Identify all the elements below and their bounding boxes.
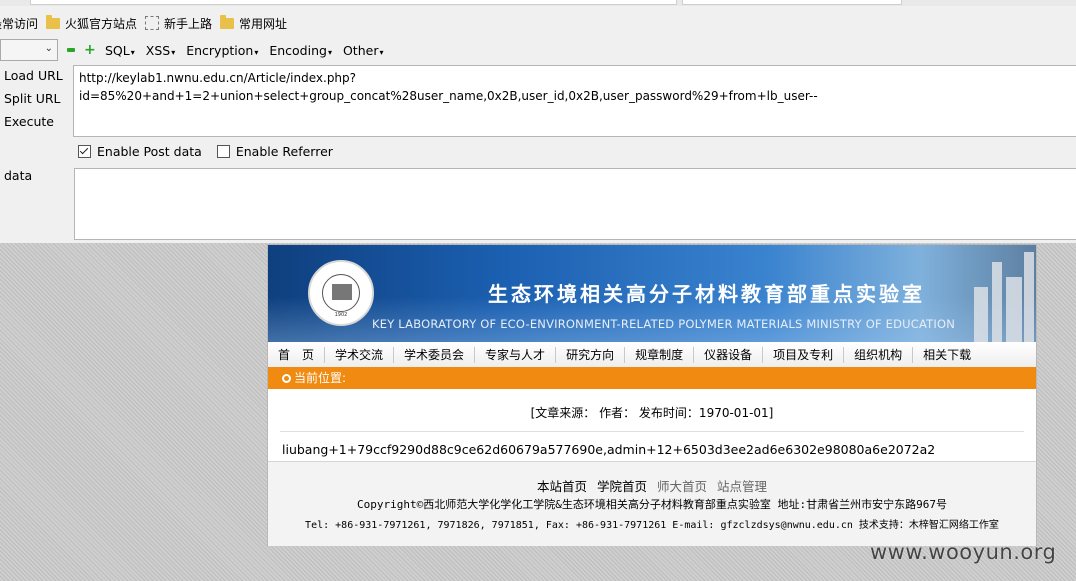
page-icon (145, 16, 160, 30)
menu-label: Encoding (269, 42, 327, 58)
university-seal-logo: 1902 (308, 260, 374, 326)
menu-encoding[interactable]: Encoding▾ (269, 43, 332, 58)
article-meta: [文章来源： 作者： 发布时间：1970-01-01] (530, 406, 774, 420)
hackbar-toolbar: ⌄ + SQL▾ XSS▾ Encryption▾ Encoding▾ Othe… (0, 37, 1076, 63)
enable-post-checkbox[interactable]: Enable Post data (78, 144, 202, 159)
nav-research[interactable]: 研究方向 (556, 347, 626, 363)
bookmark-firefox-official[interactable]: 火狐官方站点 (46, 14, 138, 32)
site-title-en: KEY LABORATORY OF ECO-ENVIRONMENT-RELATE… (372, 317, 956, 331)
chevron-down-icon: ⌄ (44, 43, 53, 54)
search-bar[interactable] (682, 0, 902, 5)
nav-instruments[interactable]: 仪器设备 (694, 347, 764, 363)
bookmark-label: 新手上路 (164, 16, 213, 31)
enable-referrer-label: Enable Referrer (235, 144, 333, 159)
url-textarea[interactable]: http://keylab1.nwnu.edu.cn/Article/index… (73, 65, 1076, 137)
menu-other[interactable]: Other▾ (343, 43, 384, 58)
footer-copyright: Copyright©西北师范大学化学化工学院&生态环境相关高分子材料教育部重点实… (357, 498, 947, 511)
menu-sql[interactable]: SQL▾ (105, 43, 135, 58)
seal-year: 1902 (334, 312, 348, 318)
browser-toolbar-strip (0, 0, 1076, 6)
nav-rules[interactable]: 规章制度 (625, 347, 695, 363)
bookmark-label: 常用网址 (239, 16, 288, 31)
nav-academic-committee[interactable]: 学术委员会 (394, 347, 476, 363)
footer-link-site-home[interactable]: 本站首页 (537, 479, 587, 494)
bookmark-getting-started[interactable]: 新手上路 (145, 15, 212, 32)
minus-icon[interactable] (67, 48, 75, 52)
post-data-label: data (4, 168, 33, 183)
caret-down-icon: ▾ (379, 47, 384, 57)
bookmark-most-visited[interactable]: 最常访问 (0, 15, 38, 32)
checkbox-unchecked[interactable] (216, 145, 230, 158)
caret-down-icon: ▾ (130, 47, 135, 57)
nav-projects[interactable]: 项目及专利 (763, 347, 845, 363)
bookmark-common-sites[interactable]: 常用网址 (220, 14, 288, 32)
post-data-textarea[interactable] (74, 168, 1076, 240)
site-banner: 1902 生态环境相关高分子材料教育部重点实验室 KEY LABORATORY … (268, 245, 1036, 342)
nav-academic-exchange[interactable]: 学术交流 (325, 347, 395, 363)
footer-links: 本站首页 学院首页 师大首页 站点管理 (268, 476, 1036, 495)
folder-icon (46, 14, 61, 29)
divider (280, 431, 1024, 432)
footer-link-admin[interactable]: 站点管理 (717, 479, 767, 494)
plus-icon[interactable]: + (84, 43, 96, 57)
hackbar-select[interactable]: ⌄ (0, 39, 58, 61)
nav-downloads[interactable]: 相关下载 (913, 347, 981, 363)
checkbox-checked[interactable] (78, 145, 91, 158)
address-bar[interactable] (30, 0, 677, 5)
menu-label: Encryption (186, 42, 254, 58)
caret-down-icon: ▾ (171, 47, 176, 57)
caret-down-icon: ▾ (327, 47, 332, 57)
bookmarks-bar: 最常访问 火狐官方站点 新手上路 常用网址 (0, 10, 1076, 36)
enable-post-label: Enable Post data (97, 144, 202, 159)
location-icon (282, 374, 291, 383)
execute-button[interactable]: Execute (0, 110, 70, 133)
caret-down-icon: ▾ (254, 47, 259, 57)
building-silhouette (966, 245, 1036, 342)
enable-referrer-checkbox[interactable]: Enable Referrer (216, 144, 333, 159)
hackbar-actions: Load URL Split URL Execute (0, 64, 70, 133)
menu-label: SQL (105, 42, 130, 58)
footer-link-university-home[interactable]: 师大首页 (657, 479, 707, 494)
injection-result-text: liubang+1+79ccf9290d88c9ce62d60679a57769… (282, 442, 936, 457)
menu-label: Other (342, 42, 379, 58)
site-title-cn: 生态环境相关高分子材料教育部重点实验室 (488, 282, 925, 306)
site-nav: 首 页 学术交流 学术委员会 专家与人才 研究方向 规章制度 仪器设备 项目及专… (268, 343, 1036, 368)
site-footer: 本站首页 学院首页 师大首页 站点管理 Copyright©西北师范大学化学化工… (268, 461, 1036, 546)
menu-encryption[interactable]: Encryption▾ (186, 43, 258, 58)
breadcrumb-label: 当前位置: (294, 371, 347, 385)
watermark: www.wooyun.org (870, 540, 1057, 564)
footer-link-college-home[interactable]: 学院首页 (597, 479, 647, 494)
bookmark-label: 最常访问 (0, 16, 39, 31)
footer-contact: Tel: +86-931-7971261, 7971826, 7971851, … (305, 520, 999, 531)
nav-organization[interactable]: 组织机构 (844, 347, 914, 363)
bookmark-label: 火狐官方站点 (65, 16, 138, 31)
menu-xss[interactable]: XSS▾ (146, 43, 175, 58)
website-page: 1902 生态环境相关高分子材料教育部重点实验室 KEY LABORATORY … (267, 244, 1037, 546)
hackbar-options: Enable Post data Enable Referrer (78, 144, 348, 159)
nav-experts[interactable]: 专家与人才 (475, 347, 557, 363)
breadcrumb: 当前位置: (268, 367, 1036, 389)
url-value: http://keylab1.nwnu.edu.cn/Article/index… (79, 71, 818, 103)
folder-icon (220, 14, 235, 29)
menu-label: XSS (145, 42, 171, 58)
seal-building-icon (332, 284, 352, 300)
load-url-button[interactable]: Load URL (0, 64, 70, 87)
nav-home[interactable]: 首 页 (268, 347, 326, 363)
split-url-button[interactable]: Split URL (0, 87, 70, 110)
